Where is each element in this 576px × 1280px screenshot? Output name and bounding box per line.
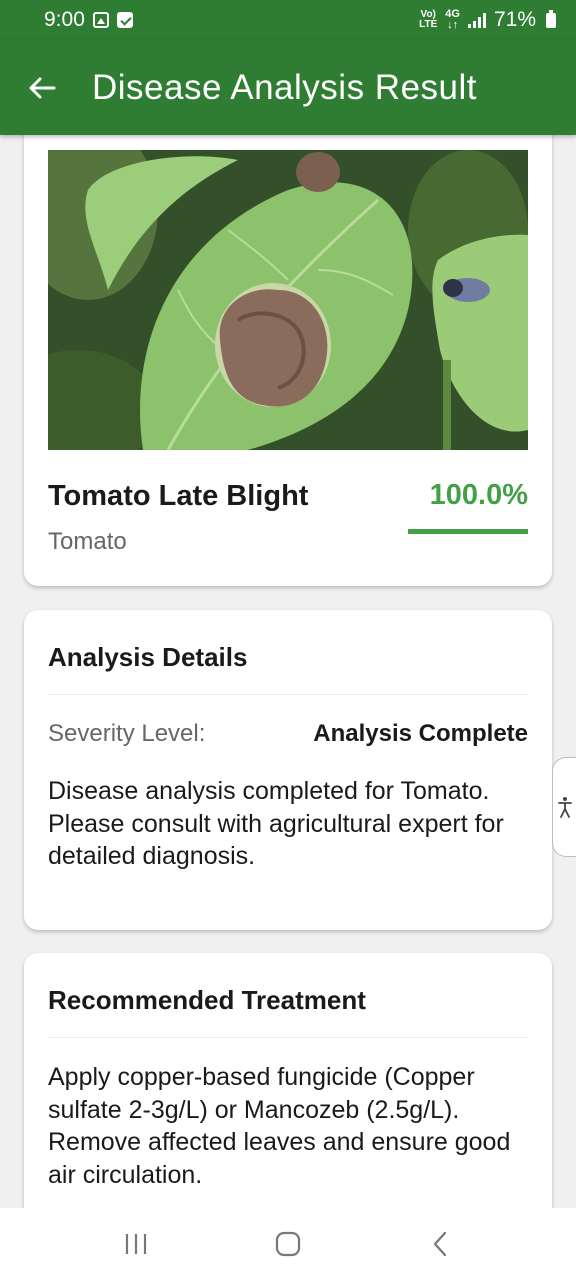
analysis-description: Disease analysis completed for Tomato. P… — [48, 777, 504, 870]
recents-icon — [125, 1234, 147, 1254]
treatment-card: Recommended Treatment Apply copper-based… — [24, 953, 552, 1208]
nav-back-button[interactable] — [410, 1214, 470, 1274]
status-time: 9:00 — [44, 8, 85, 31]
back-chevron-icon — [433, 1231, 447, 1257]
result-card: Tomato Late Blight Tomato 100.0% — [24, 135, 552, 586]
severity-value: Analysis Complete — [313, 720, 528, 747]
analysis-details-card: Analysis Details Severity Level: Analysi… — [24, 610, 552, 930]
battery-percent: 71% — [493, 8, 536, 31]
confidence-bar — [408, 529, 528, 534]
arrow-left-icon — [29, 77, 56, 98]
divider — [48, 694, 528, 695]
volte-icon: Vo) LTE — [419, 9, 438, 30]
accessibility-button[interactable] — [552, 757, 576, 857]
app-bar: Disease Analysis Result — [0, 40, 576, 135]
crop-name: Tomato — [48, 528, 127, 555]
signal-strength-icon — [467, 12, 486, 28]
home-button[interactable] — [258, 1214, 318, 1274]
battery-icon — [546, 9, 556, 28]
treatment-description: Apply copper-based fungicide (Copper sul… — [48, 1063, 511, 1189]
content-scroll[interactable]: Tomato Late Blight Tomato 100.0% Analysi… — [0, 135, 576, 1208]
back-button[interactable] — [27, 73, 57, 103]
gallery-notification-icon — [92, 12, 109, 28]
status-bar: 9:00 Vo) LTE 4G ↓↑ 71% — [0, 0, 576, 40]
page-title: Disease Analysis Result — [92, 67, 477, 107]
recents-button[interactable] — [106, 1214, 166, 1274]
treatment-title: Recommended Treatment — [48, 985, 366, 1015]
confidence-value: 100.0% — [429, 479, 528, 511]
accessibility-icon — [557, 797, 572, 818]
checkbox-notification-icon — [116, 12, 133, 28]
divider — [48, 1037, 528, 1038]
disease-name: Tomato Late Blight — [48, 480, 309, 512]
analysis-details-title: Analysis Details — [48, 642, 248, 672]
system-nav-bar — [0, 1208, 576, 1280]
home-icon — [275, 1231, 301, 1257]
network-type-icon: 4G ↓↑ — [445, 8, 460, 31]
severity-label: Severity Level: — [48, 720, 206, 747]
leaf-photo — [48, 150, 528, 450]
confidence-bar-fill — [408, 529, 528, 534]
